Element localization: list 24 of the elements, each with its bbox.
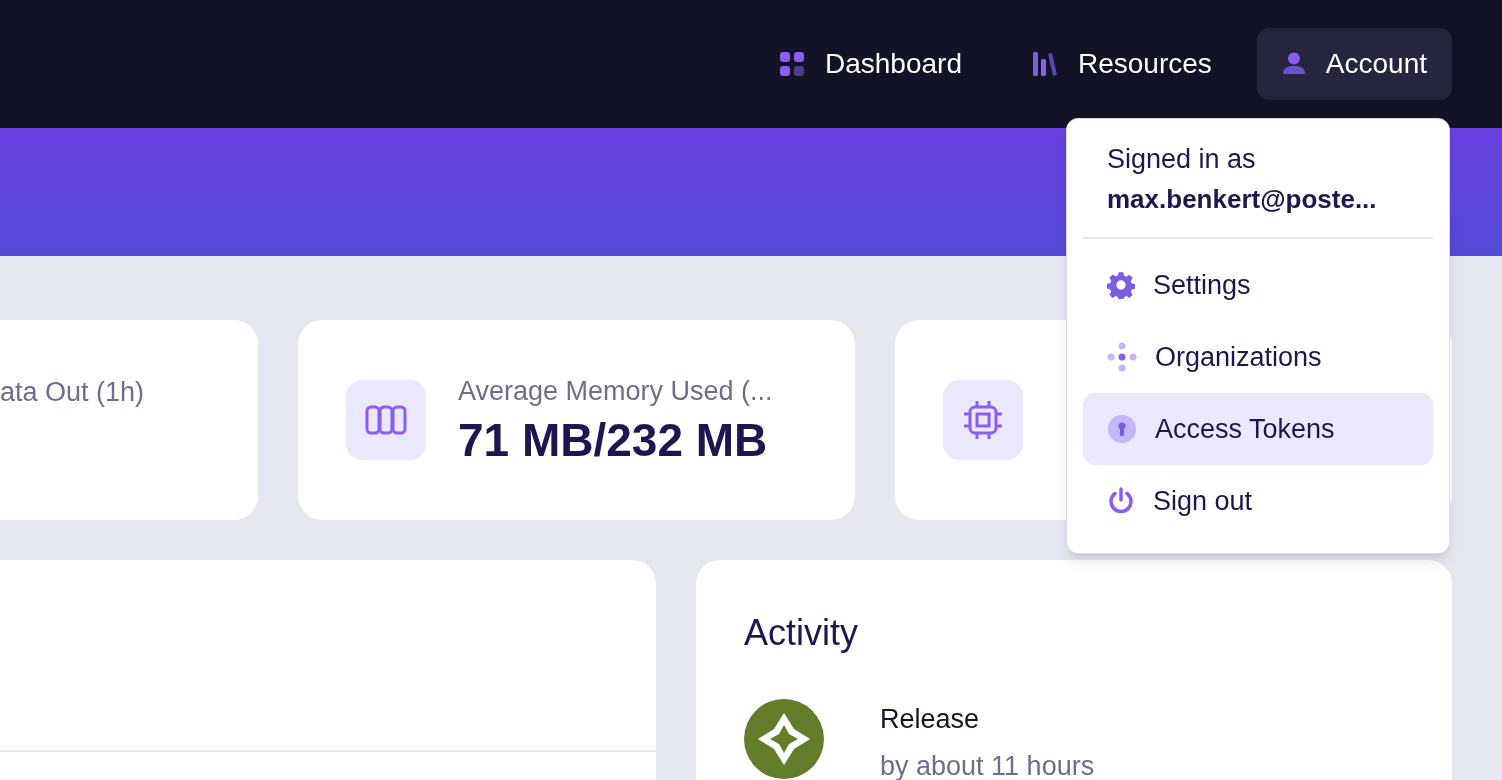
menu-item[interactable]: Settings [1083,249,1433,321]
nav-item[interactable]: Resources [1007,28,1237,100]
power-icon [1107,487,1135,515]
activity-item-title: Release [880,703,981,736]
books-icon [1032,51,1058,77]
dots-icon [1107,342,1137,372]
user-email: max.benkert@poste... [1107,183,1378,216]
memory-icon [346,380,426,460]
activity-item-subtitle: by about 11 hours [880,749,1095,780]
stat-label: ata Out (1h) [0,376,145,409]
keyhole-icon [1107,414,1137,444]
menu-item[interactable]: Access Tokens [1083,393,1433,465]
activity-title: Activity [744,611,859,655]
stat-value: 71 MB/232 MB [458,412,769,468]
cpu-icon [943,380,1023,460]
user-icon [1281,52,1306,76]
nav-item[interactable]: Account [1256,28,1452,100]
nav-item[interactable]: Dashboard [754,28,987,100]
menu-item[interactable]: Organizations [1083,321,1433,393]
grid-icon [779,51,805,77]
signed-in-label: Signed in as [1107,143,1257,176]
menu-item[interactable]: Sign out [1083,465,1433,537]
settings-icon [1107,271,1135,299]
stat-label: Average Memory Used (... [458,375,773,408]
